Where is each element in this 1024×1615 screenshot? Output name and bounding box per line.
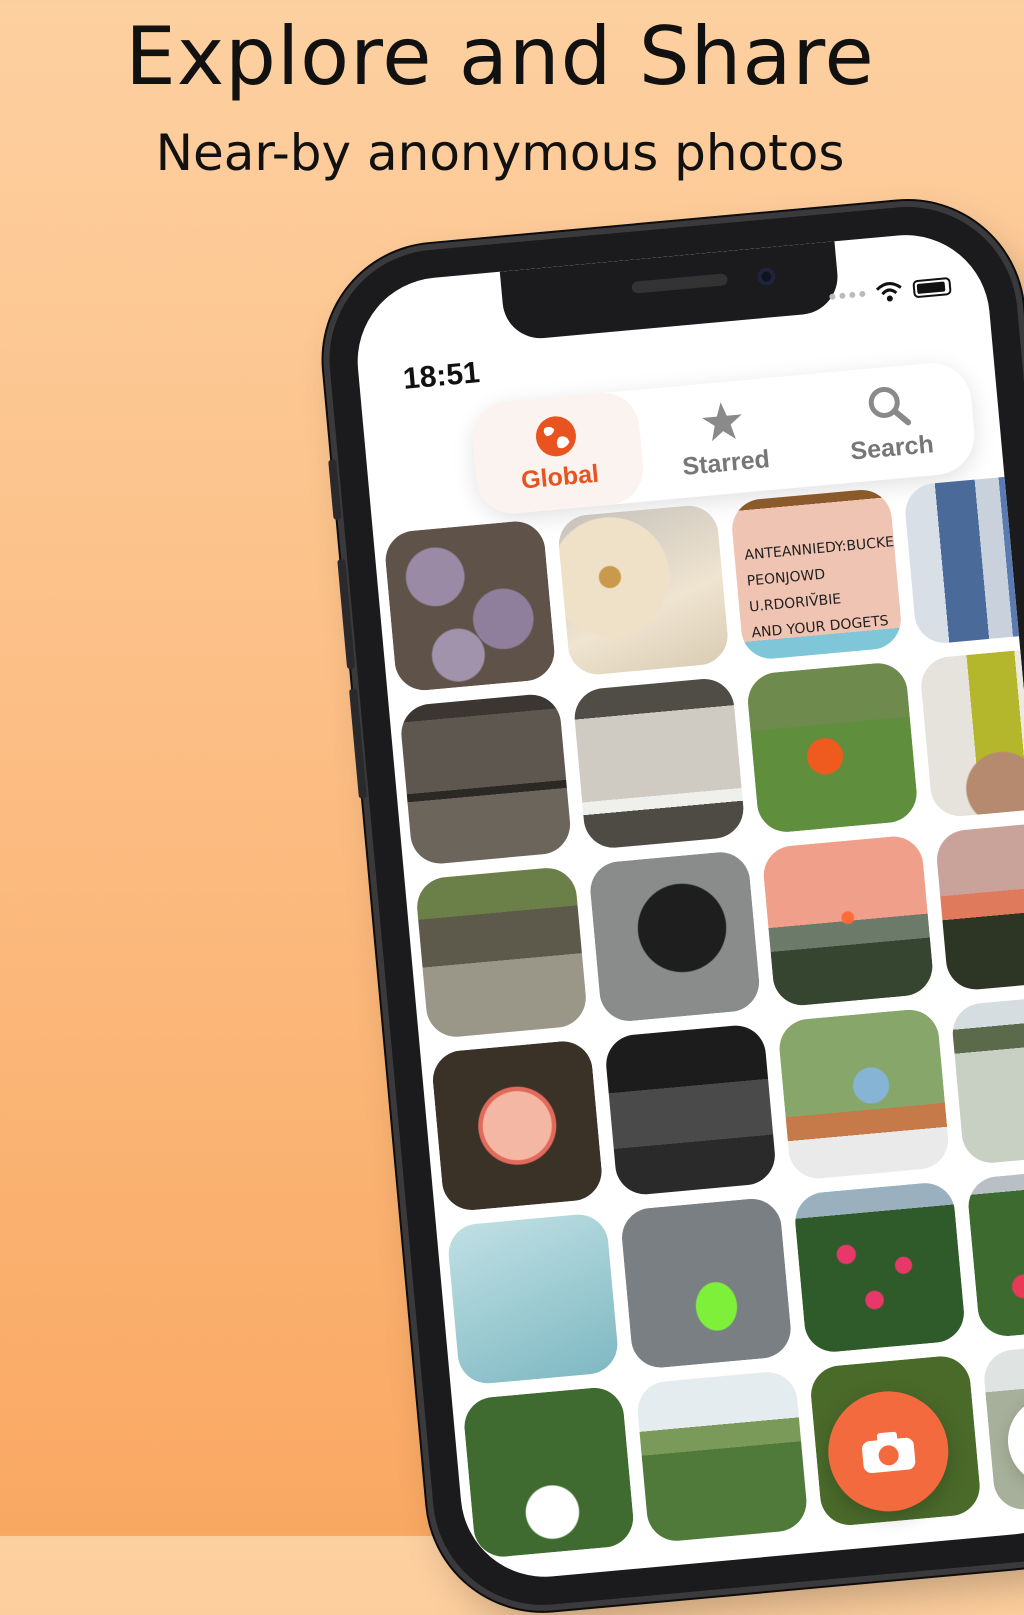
photo-tile[interactable] bbox=[398, 692, 573, 867]
tab-search-label: Search bbox=[849, 429, 935, 466]
photo-tile[interactable] bbox=[461, 1385, 636, 1560]
photo-tile[interactable] bbox=[918, 644, 1024, 819]
photo-tile[interactable] bbox=[635, 1369, 810, 1544]
subheadline: Near-by anonymous photos bbox=[155, 124, 845, 182]
tab-global-label: Global bbox=[519, 459, 600, 495]
photo-tile[interactable] bbox=[556, 503, 731, 677]
photo-tile[interactable] bbox=[776, 1007, 951, 1182]
front-camera bbox=[756, 266, 777, 287]
photo-tile[interactable] bbox=[603, 1022, 778, 1197]
status-icons bbox=[828, 271, 952, 312]
photo-tile-sign[interactable]: ANTEANNIEDY:BUCKER PEONJOWD U.RDORIV̆BIE… bbox=[729, 487, 904, 662]
photo-tile[interactable] bbox=[934, 818, 1024, 993]
tab-starred[interactable]: Starred bbox=[636, 375, 812, 502]
signal-icon bbox=[829, 290, 866, 300]
photo-tile[interactable] bbox=[446, 1212, 620, 1386]
photo-tile[interactable] bbox=[619, 1196, 794, 1371]
tab-search[interactable]: Search bbox=[802, 360, 978, 487]
status-time: 18:51 bbox=[401, 356, 482, 396]
tab-starred-label: Starred bbox=[681, 444, 771, 481]
photo-tile[interactable] bbox=[950, 991, 1024, 1166]
photo-tile[interactable] bbox=[587, 849, 762, 1024]
photo-tile[interactable] bbox=[965, 1164, 1024, 1339]
photo-tile[interactable] bbox=[414, 865, 589, 1040]
sign-photo-text: ANTEANNIEDY:BUCKER PEONJOWD U.RDORIV̆BIE… bbox=[743, 533, 904, 642]
headline: Explore and Share bbox=[125, 10, 875, 103]
phone-screen: 18:51 Global Starred Search ANTEANNIEDY:… bbox=[350, 227, 1024, 1584]
photo-tile[interactable] bbox=[761, 833, 935, 1008]
volume-down-button bbox=[349, 688, 367, 799]
speaker-grille bbox=[631, 273, 728, 294]
photo-tile[interactable] bbox=[430, 1038, 605, 1213]
battery-icon bbox=[912, 276, 952, 299]
wifi-icon bbox=[875, 282, 902, 302]
search-icon bbox=[868, 386, 911, 425]
star-icon bbox=[701, 401, 742, 441]
photo-tile[interactable] bbox=[792, 1180, 967, 1355]
photo-tile[interactable] bbox=[572, 676, 746, 851]
mute-switch bbox=[328, 459, 342, 520]
notch bbox=[499, 241, 841, 342]
camera-icon bbox=[862, 1431, 916, 1473]
globe-icon bbox=[536, 415, 577, 456]
phone-frame: 18:51 Global Starred Search ANTEANNIEDY:… bbox=[320, 197, 1024, 1615]
photo-tile[interactable] bbox=[745, 660, 920, 835]
photo-tile[interactable] bbox=[902, 471, 1024, 646]
tab-global[interactable]: Global bbox=[469, 389, 646, 517]
volume-up-button bbox=[337, 558, 356, 670]
photo-tile[interactable] bbox=[383, 518, 557, 693]
photo-grid: ANTEANNIEDY:BUCKER PEONJOWD U.RDORIV̆BIE… bbox=[383, 470, 1024, 1560]
